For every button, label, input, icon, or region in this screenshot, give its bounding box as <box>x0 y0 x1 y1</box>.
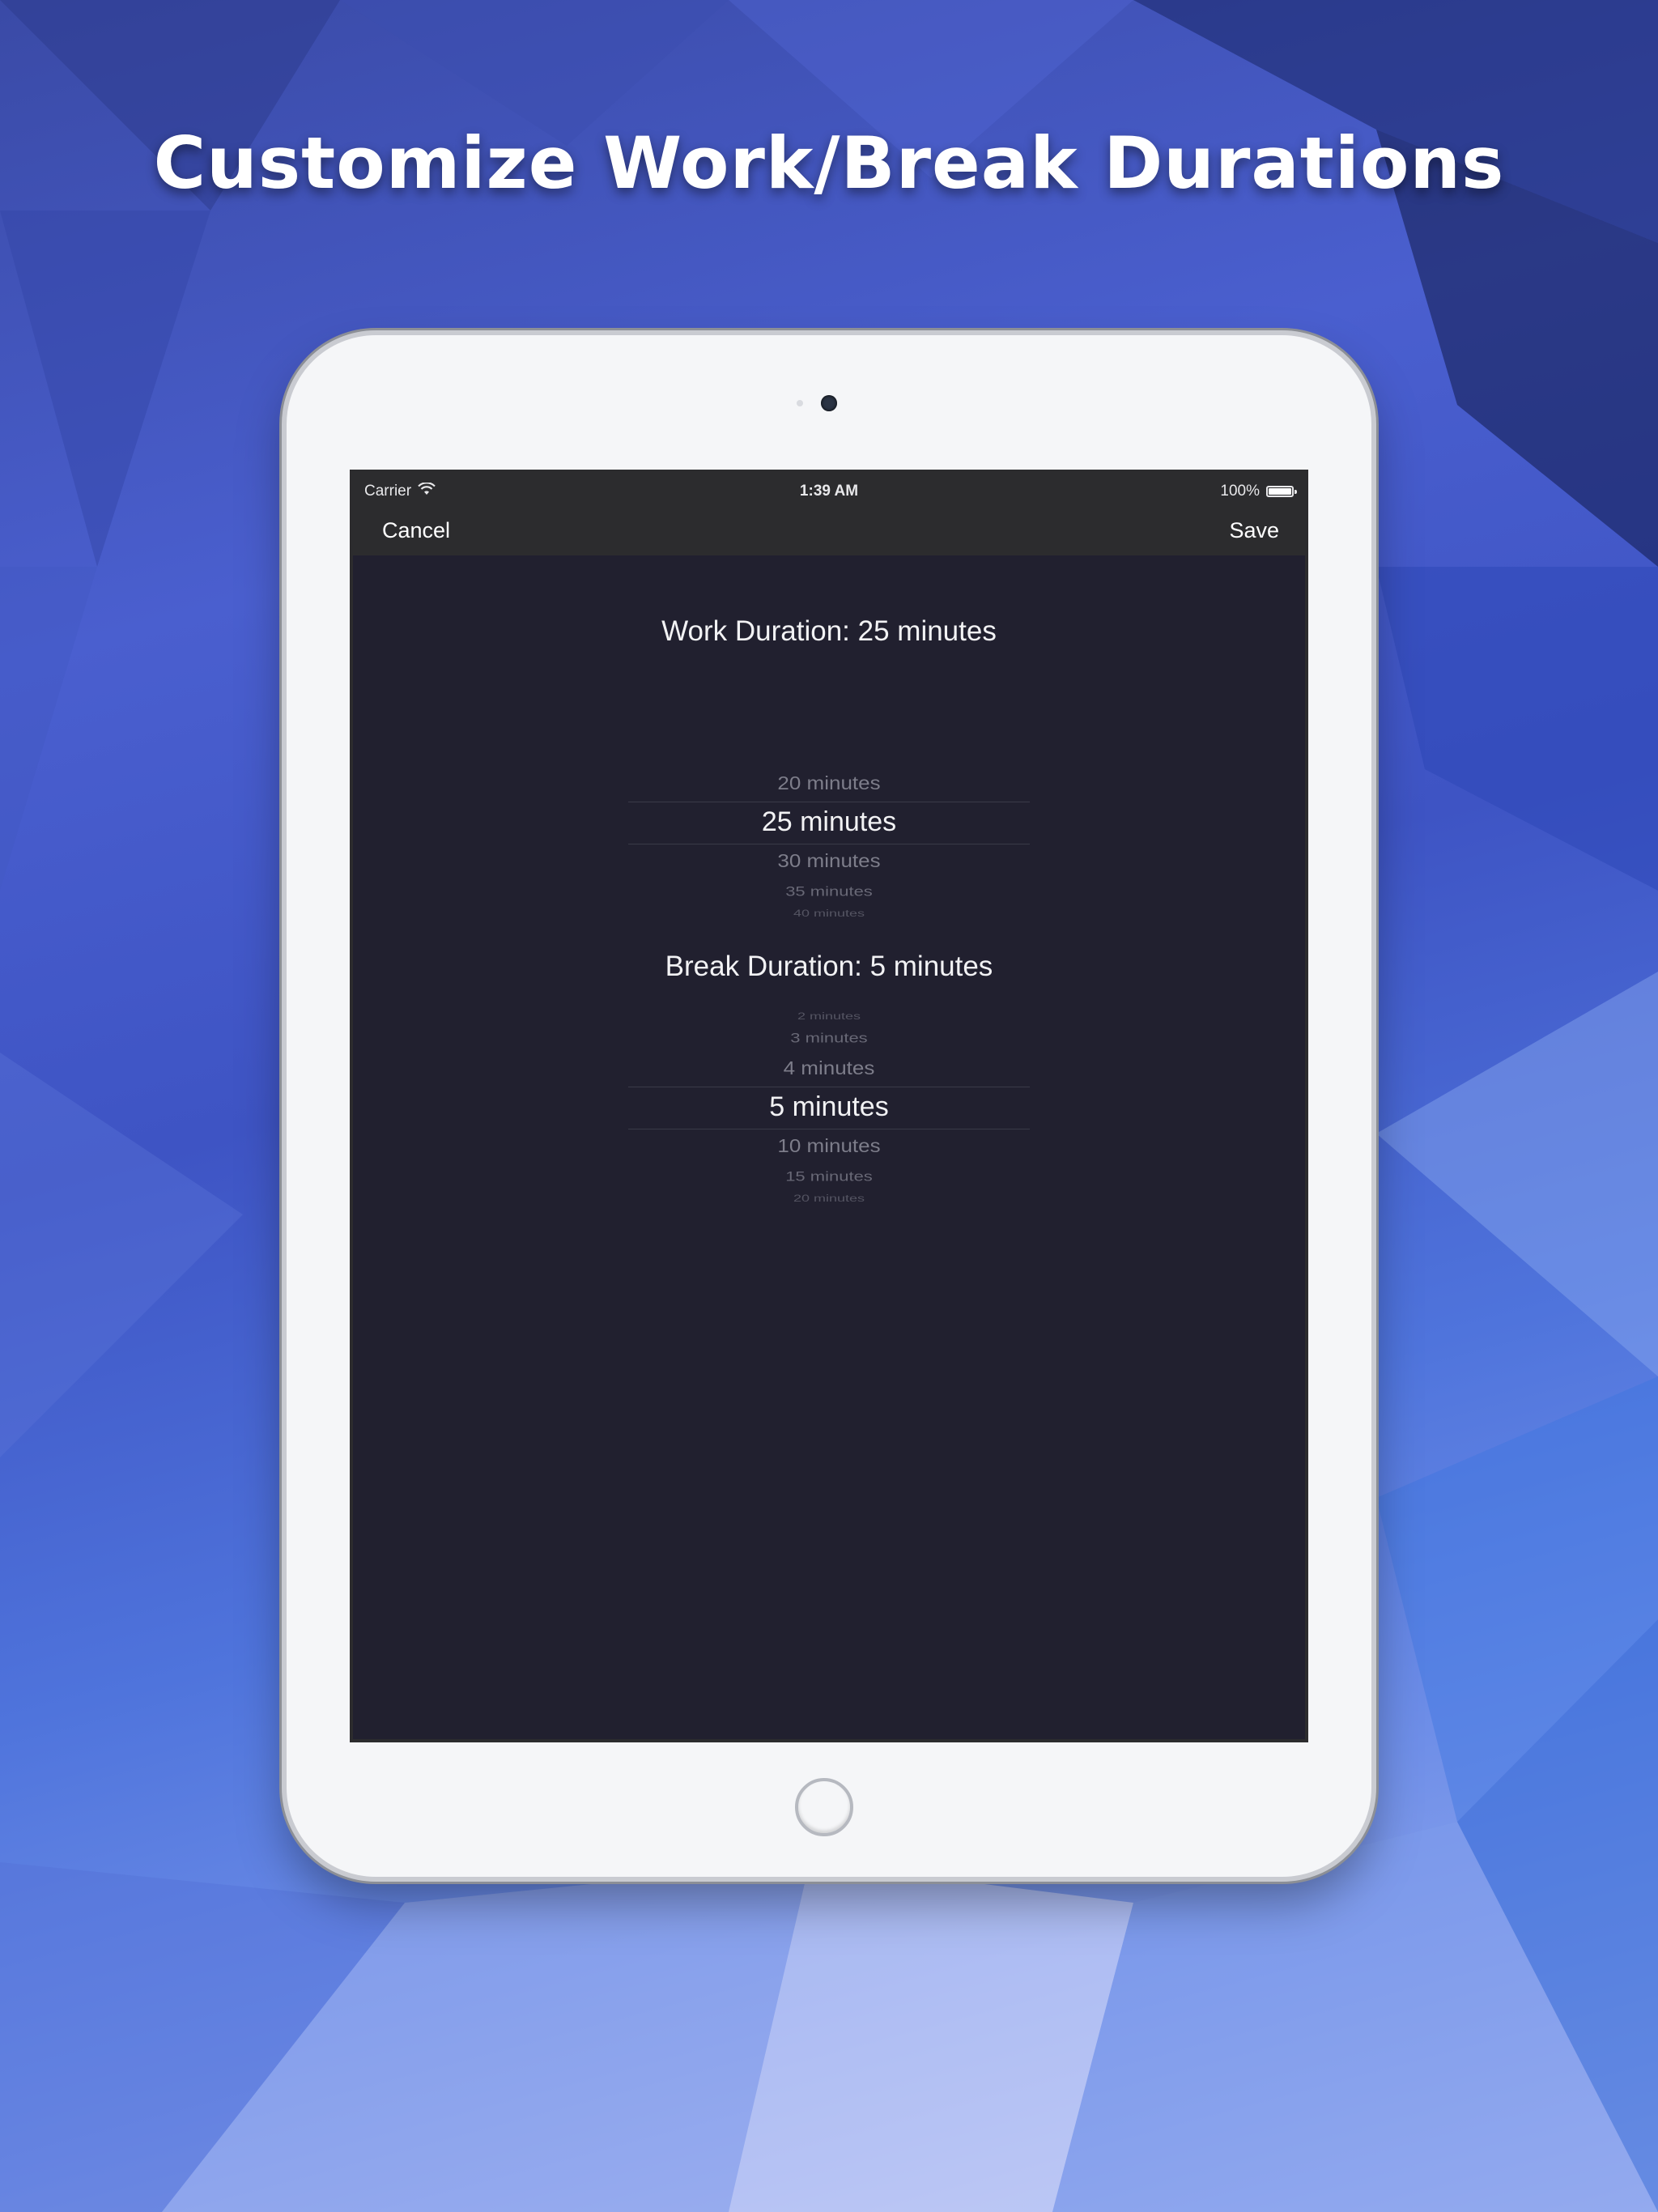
status-right: 100% <box>1220 483 1297 500</box>
picker-option[interactable]: 15 minutes <box>628 1168 1030 1185</box>
camera-icon <box>821 395 837 411</box>
picker-option[interactable]: 3 minutes <box>628 1030 1030 1046</box>
work-duration-title: Work Duration: 25 minutes <box>661 615 997 647</box>
picker-option[interactable]: 2 minutes <box>628 1011 1030 1022</box>
save-button[interactable]: Save <box>1229 518 1279 543</box>
home-button[interactable] <box>795 1778 853 1836</box>
picker-option[interactable]: 10 minutes <box>628 1135 1030 1157</box>
break-duration-title: Break Duration: 5 minutes <box>665 951 993 982</box>
picker-option[interactable]: 20 minutes <box>628 772 1030 794</box>
device-screen: Carrier 1:39 AM 100% Cancel Save Work Du… <box>350 470 1308 1742</box>
picker-option[interactable]: 30 minutes <box>628 850 1030 872</box>
navigation-bar: Cancel Save <box>353 508 1305 555</box>
picker-option[interactable]: 25 minutes <box>628 806 1030 838</box>
battery-percent: 100% <box>1220 483 1260 500</box>
picker-option[interactable]: 20 minutes <box>628 1193 1030 1203</box>
picker-option[interactable]: 4 minutes <box>628 1057 1030 1079</box>
cancel-button[interactable]: Cancel <box>382 518 450 543</box>
app-store-screenshot: Customize Work/Break Durations Carrier 1… <box>0 0 1658 2212</box>
picker-option[interactable]: 5 minutes <box>628 1091 1030 1123</box>
sensor-dot <box>797 400 803 406</box>
status-bar: Carrier 1:39 AM 100% <box>353 473 1305 508</box>
headline: Customize Work/Break Durations <box>153 121 1505 205</box>
break-duration-picker[interactable]: 2 minutes 3 minutes 4 minutes 5 minutes 10 m… <box>628 991 1030 1234</box>
status-time: 1:39 AM <box>799 483 859 500</box>
picker-option[interactable]: 35 minutes <box>628 883 1030 900</box>
picker-option[interactable]: 40 minutes <box>628 908 1030 918</box>
battery-icon <box>1266 486 1297 497</box>
ipad-frame: Carrier 1:39 AM 100% Cancel Save Work Du… <box>287 335 1371 1877</box>
work-duration-picker[interactable]: 20 minutes 25 minutes 30 minutes 35 minutes… <box>628 764 1030 942</box>
